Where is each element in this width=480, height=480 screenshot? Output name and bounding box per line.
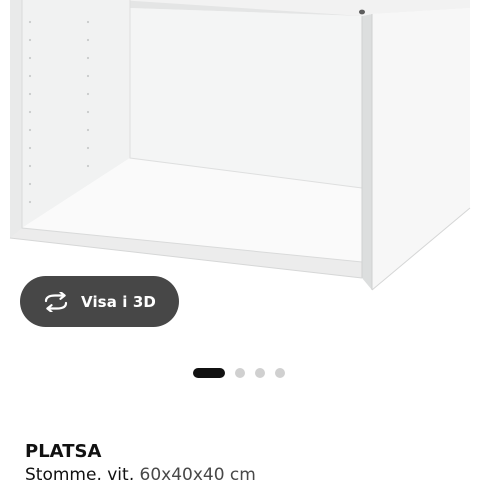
cabinet-right-inner-edge [362,14,372,290]
carousel-dot-3[interactable] [255,368,265,378]
carousel-pagination [193,368,285,378]
rotate-arrows-icon [42,291,72,313]
view-in-3d-button[interactable]: Visa i 3D [20,276,179,327]
product-type: Stomme, vit, [25,465,135,480]
carousel-dot-2[interactable] [235,368,245,378]
product-measurements: 60x40x40 cm [139,465,256,480]
carousel-dot-1[interactable] [193,368,225,378]
cabinet-left-panel [10,0,22,238]
product-image[interactable] [0,0,480,300]
cabinet-right-side [372,8,470,290]
product-description: Stomme, vit, 60x40x40 cm [25,465,256,480]
view-in-3d-label: Visa i 3D [81,292,156,311]
product-page: Visa i 3D PLATSA Stomme, vit, 60x40x40 c… [0,0,480,480]
cabinet-back-wall [130,8,362,188]
carousel-dot-4[interactable] [275,368,285,378]
product-name: PLATSA [25,441,102,462]
cabinet-screw-hole [359,9,365,15]
